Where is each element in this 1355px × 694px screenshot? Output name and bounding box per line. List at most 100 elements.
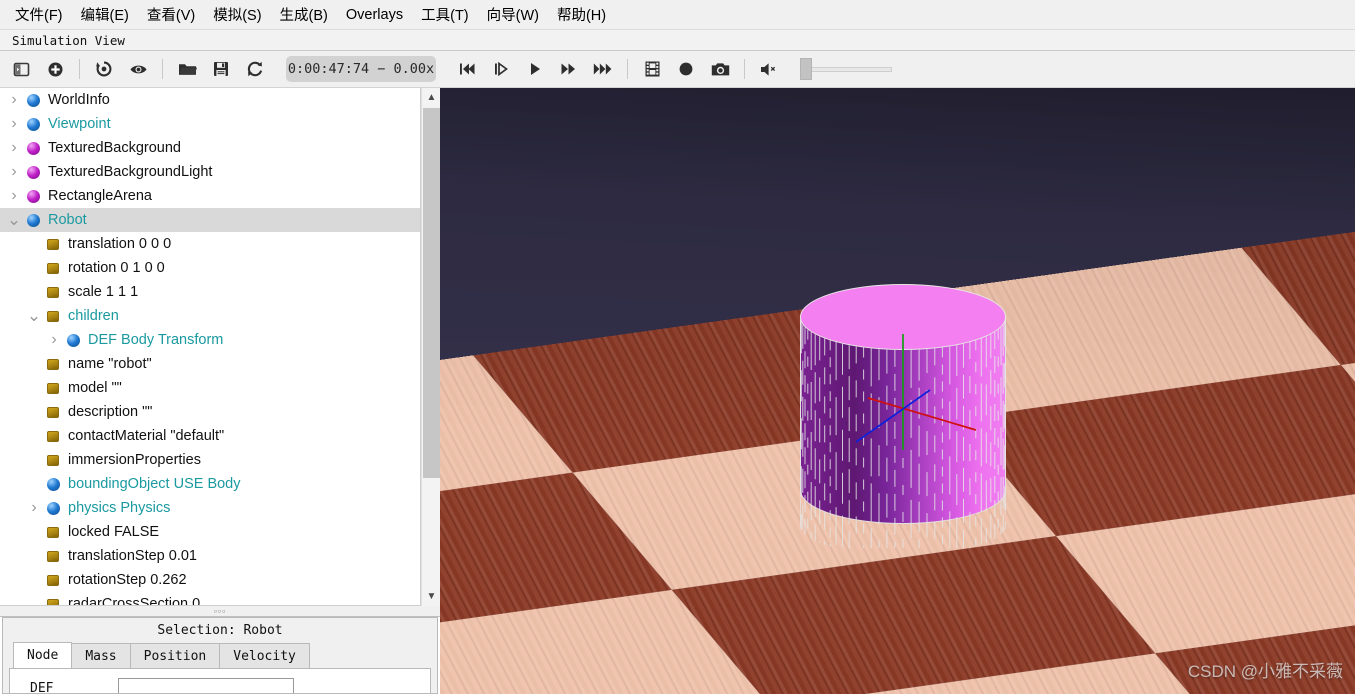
view-title-strip: Simulation View [0, 29, 1355, 51]
tree-row-label: DEF Body Transform [88, 332, 224, 348]
selection-title: Selection: Robot [157, 622, 283, 638]
tree-row-label: rotationStep 0.262 [68, 572, 187, 588]
volume-slider[interactable] [800, 58, 900, 80]
node-tab-body: DEF [9, 668, 431, 693]
tree-row[interactable]: ⌄ children [0, 304, 420, 328]
tree-row[interactable]: translationStep 0.01 [0, 544, 420, 568]
scene-tree-scrollbar[interactable]: ▲ ▼ [421, 88, 441, 606]
field-cube-icon [44, 526, 62, 538]
tree-row[interactable]: name "robot" [0, 352, 420, 376]
tree-row[interactable]: › TexturedBackgroundLight [0, 160, 420, 184]
menu-help[interactable]: 帮助(H) [548, 1, 615, 28]
view-title-label: Simulation View [12, 32, 125, 48]
robot-cylinder-object[interactable] [800, 284, 1006, 548]
tree-row[interactable]: immersionProperties [0, 448, 420, 472]
camera-icon[interactable] [703, 54, 737, 84]
fastest-icon[interactable] [586, 54, 620, 84]
tree-row[interactable]: contactMaterial "default" [0, 424, 420, 448]
webots-window: 文件(F) 编辑(E) 查看(V) 模拟(S) 生成(B) Overlays 工具(T) 向导… [0, 0, 1355, 694]
chevron-right-icon[interactable]: › [24, 500, 44, 516]
volume-slider-track[interactable] [800, 58, 892, 80]
menu-simulation[interactable]: 模拟(S) [204, 1, 270, 28]
axes-gizmo[interactable] [800, 284, 1006, 548]
volume-slider-thumb[interactable] [800, 58, 812, 80]
eye-icon[interactable] [121, 54, 155, 84]
toggle-sidebar-icon[interactable] [4, 54, 38, 84]
tree-row[interactable]: rotation 0 1 0 0 [0, 256, 420, 280]
tab-label: Position [143, 648, 207, 664]
tree-row[interactable]: boundingObject USE Body [0, 472, 420, 496]
chevron-down-icon[interactable]: ⌄ [4, 211, 24, 228]
tree-row[interactable]: scale 1 1 1 [0, 280, 420, 304]
step-back-icon[interactable] [450, 54, 484, 84]
chevron-right-icon[interactable]: › [4, 188, 24, 204]
tree-row-label: contactMaterial "default" [68, 428, 225, 444]
tree-row[interactable]: › physics Physics [0, 496, 420, 520]
node-sphere-magenta-icon [24, 141, 42, 155]
tree-row-label: radarCrossSection 0 [68, 596, 201, 606]
scroll-up-icon[interactable]: ▲ [422, 88, 441, 107]
tree-row[interactable]: › TexturedBackground [0, 136, 420, 160]
tab-velocity[interactable]: Velocity [219, 643, 310, 668]
scrollbar-thumb[interactable] [423, 108, 440, 478]
add-node-icon[interactable] [38, 54, 72, 84]
chevron-right-icon[interactable]: › [4, 140, 24, 156]
reload-icon[interactable] [238, 54, 272, 84]
menu-view[interactable]: 查看(V) [138, 1, 204, 28]
field-cube-icon [44, 358, 62, 370]
menu-tools[interactable]: 工具(T) [412, 1, 478, 28]
save-icon[interactable] [204, 54, 238, 84]
tree-row[interactable]: translation 0 0 0 [0, 232, 420, 256]
tree-row-label: name "robot" [68, 356, 152, 372]
scroll-down-icon[interactable]: ▼ [422, 587, 441, 606]
tree-row[interactable]: radarCrossSection 0 [0, 592, 420, 606]
menu-edit[interactable]: 编辑(E) [72, 1, 138, 28]
chevron-right-icon[interactable]: › [4, 164, 24, 180]
tree-row[interactable]: › RectangleArena [0, 184, 420, 208]
tab-node[interactable]: Node [13, 642, 73, 668]
menu-build[interactable]: 生成(B) [271, 1, 337, 28]
tree-row[interactable]: › DEF Body Transform [0, 328, 420, 352]
tree-row[interactable]: description "" [0, 400, 420, 424]
node-sphere-blue-icon [44, 477, 62, 491]
tree-row[interactable]: rotationStep 0.262 [0, 568, 420, 592]
tree-row-label: physics Physics [68, 500, 171, 516]
toolbar-separator [627, 59, 628, 79]
fast-forward-icon[interactable] [552, 54, 586, 84]
volume-mute-icon[interactable] [752, 54, 786, 84]
step-forward-icon[interactable] [484, 54, 518, 84]
open-folder-icon[interactable] [170, 54, 204, 84]
main-toolbar: 0:00:47:74 − 0.00x [0, 51, 1355, 88]
chevron-right-icon[interactable]: › [44, 332, 64, 348]
panel-splitter[interactable]: ▫▫▫ [0, 606, 440, 617]
play-icon[interactable] [518, 54, 552, 84]
chevron-down-icon[interactable]: ⌄ [24, 307, 44, 324]
chevron-right-icon[interactable]: › [4, 116, 24, 132]
tree-row[interactable]: › WorldInfo [0, 88, 420, 112]
tree-row[interactable]: › Viewpoint [0, 112, 420, 136]
tab-label: Mass [85, 648, 117, 664]
scene-tree[interactable]: › WorldInfo › Viewpoint › TexturedBackground ›… [0, 88, 421, 606]
tree-row[interactable]: locked FALSE [0, 520, 420, 544]
menu-overlays[interactable]: Overlays [337, 4, 412, 26]
record-icon[interactable] [669, 54, 703, 84]
left-panel: › WorldInfo › Viewpoint › TexturedBackground ›… [0, 88, 441, 694]
tab-position[interactable]: Position [129, 643, 221, 668]
menu-wizard[interactable]: 向导(W) [478, 1, 548, 28]
tree-row[interactable]: ⌄ Robot [0, 208, 420, 232]
field-cube-icon [44, 574, 62, 586]
selection-panel: Selection: Robot Node Mass Position Velocit… [2, 617, 438, 694]
node-sphere-blue-icon [44, 501, 62, 515]
node-sphere-blue-icon [24, 213, 42, 227]
def-input[interactable] [118, 678, 294, 693]
movie-icon[interactable] [635, 54, 669, 84]
simulation-viewport[interactable]: CSDN @小雅不采薇 [440, 88, 1355, 694]
menu-file[interactable]: 文件(F) [6, 1, 72, 28]
selection-tabs: Node Mass Position Velocity [3, 642, 437, 668]
chevron-right-icon[interactable]: › [4, 92, 24, 108]
tab-mass[interactable]: Mass [71, 643, 131, 668]
restore-viewpoint-icon[interactable] [87, 54, 121, 84]
tree-row[interactable]: model "" [0, 376, 420, 400]
